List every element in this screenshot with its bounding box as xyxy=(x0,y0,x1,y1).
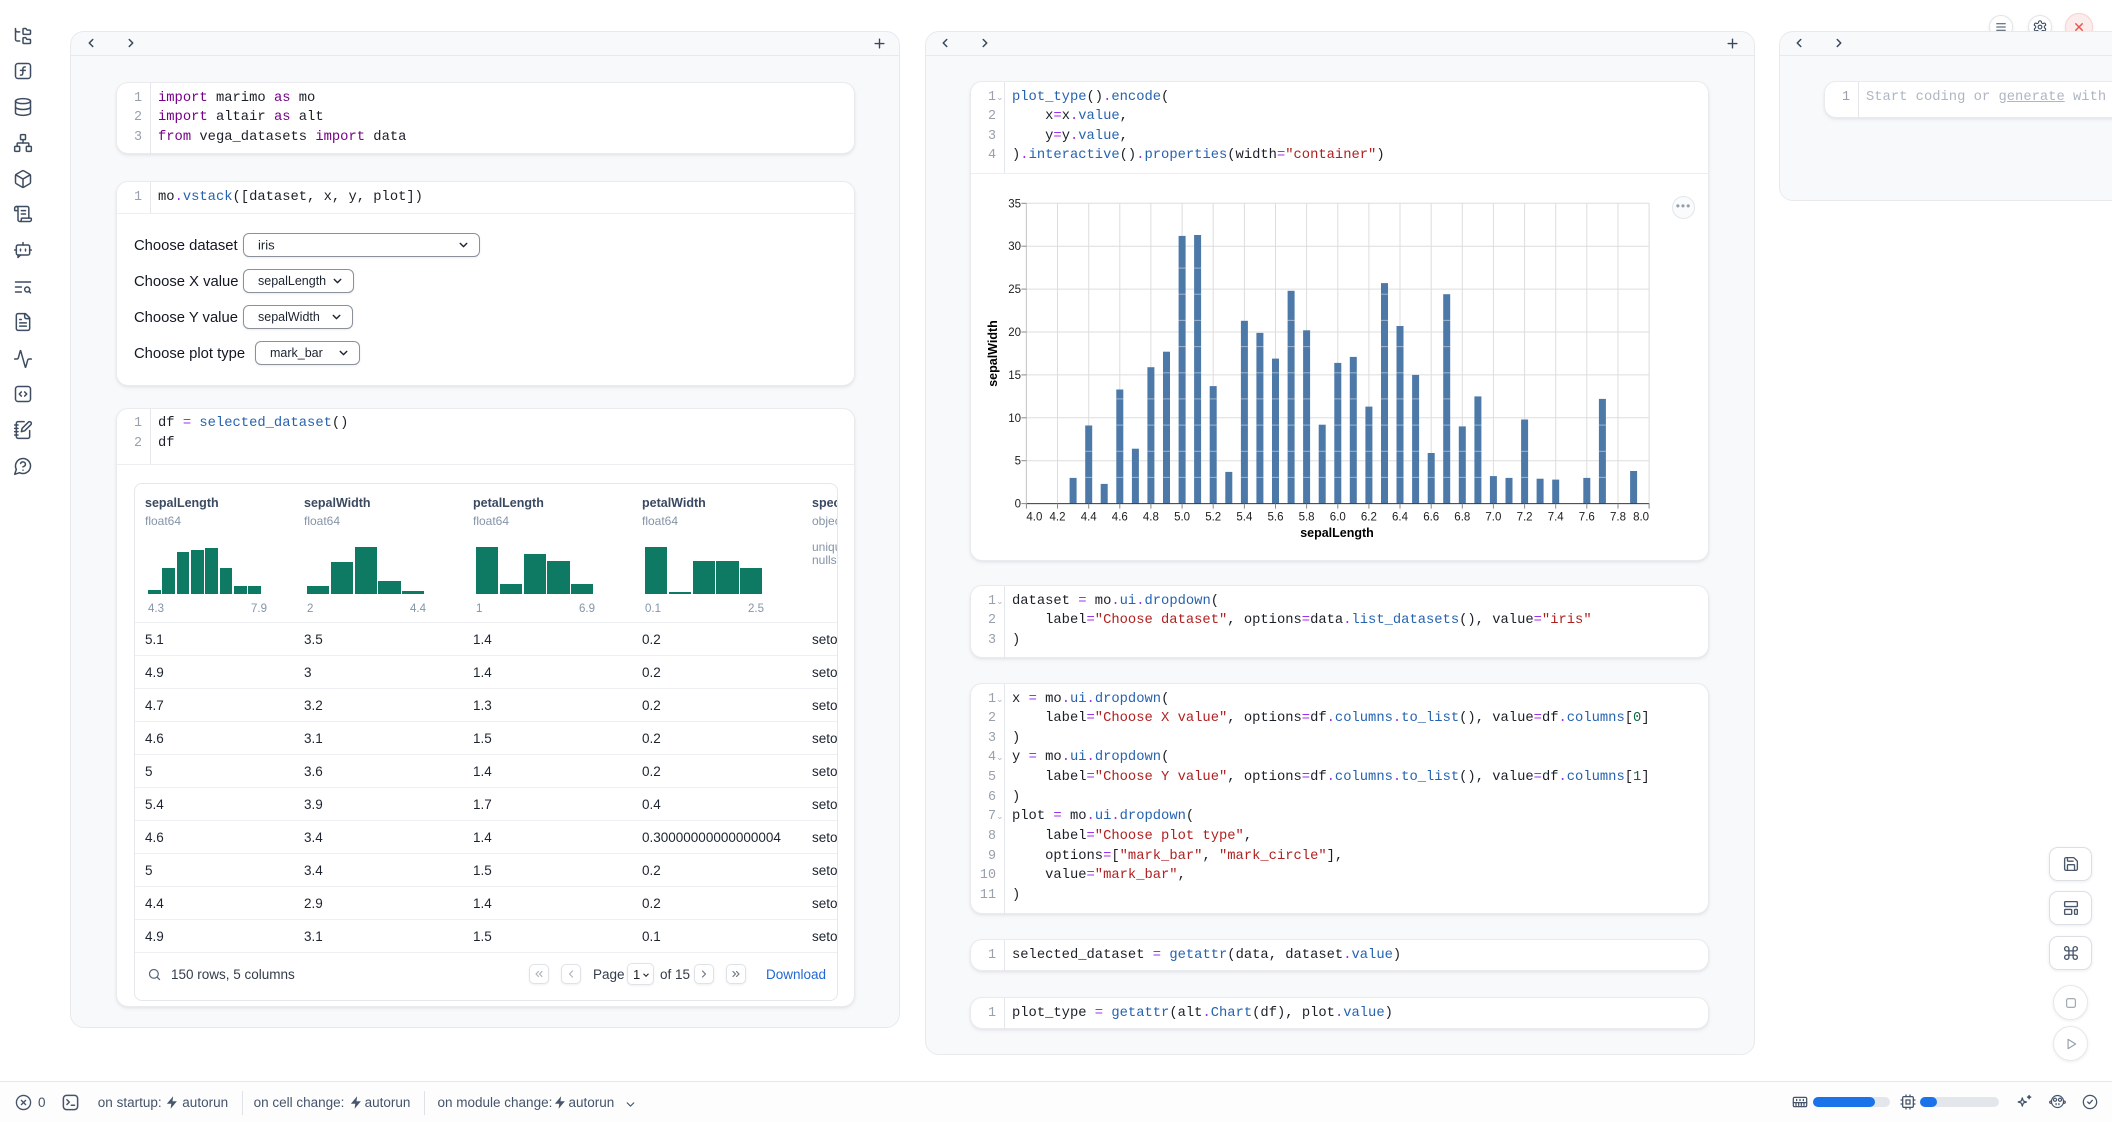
svg-text:5: 5 xyxy=(1015,456,1021,468)
svg-text:7.2: 7.2 xyxy=(1517,512,1533,524)
svg-text:4.2: 4.2 xyxy=(1050,512,1066,524)
svg-text:25: 25 xyxy=(1008,284,1021,296)
svg-text:10: 10 xyxy=(1008,413,1021,425)
svg-text:5.2: 5.2 xyxy=(1205,512,1221,524)
svg-text:7.4: 7.4 xyxy=(1548,512,1565,524)
svg-text:4.0: 4.0 xyxy=(1026,512,1042,524)
svg-text:20: 20 xyxy=(1008,327,1021,339)
svg-text:sepalWidth: sepalWidth xyxy=(986,320,1000,387)
svg-text:7.6: 7.6 xyxy=(1579,512,1595,524)
svg-text:0: 0 xyxy=(1015,499,1021,511)
svg-text:6.2: 6.2 xyxy=(1361,512,1377,524)
svg-text:7.8: 7.8 xyxy=(1610,512,1626,524)
svg-text:6.4: 6.4 xyxy=(1392,512,1409,524)
svg-text:4.6: 4.6 xyxy=(1112,512,1128,524)
svg-text:30: 30 xyxy=(1008,241,1021,253)
svg-text:6.8: 6.8 xyxy=(1454,512,1470,524)
svg-text:8.0: 8.0 xyxy=(1633,512,1649,524)
svg-text:7.0: 7.0 xyxy=(1485,512,1501,524)
svg-text:sepalLength: sepalLength xyxy=(1300,526,1374,540)
svg-text:5.4: 5.4 xyxy=(1236,512,1253,524)
svg-text:35: 35 xyxy=(1008,198,1021,210)
svg-text:4.8: 4.8 xyxy=(1143,512,1159,524)
svg-text:6.0: 6.0 xyxy=(1330,512,1346,524)
svg-text:5.6: 5.6 xyxy=(1268,512,1284,524)
svg-text:5.8: 5.8 xyxy=(1299,512,1315,524)
svg-text:4.4: 4.4 xyxy=(1081,512,1098,524)
svg-text:6.6: 6.6 xyxy=(1423,512,1439,524)
svg-text:5.0: 5.0 xyxy=(1174,512,1190,524)
svg-text:15: 15 xyxy=(1008,370,1021,382)
